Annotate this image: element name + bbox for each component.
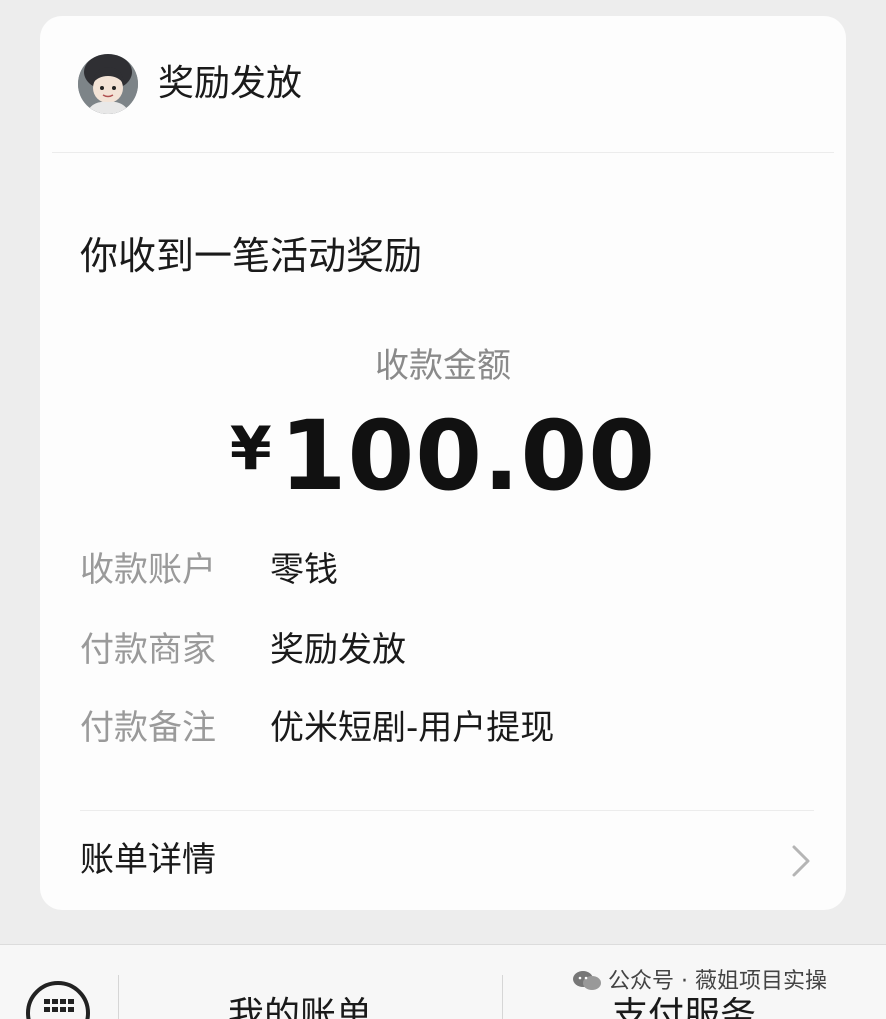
menu-my-bills[interactable]: 我的账单 (228, 991, 372, 1019)
wechat-icon (572, 970, 602, 992)
amount-display: ¥100.00 (40, 400, 846, 512)
avatar-image (78, 54, 138, 114)
sender-avatar[interactable] (78, 54, 138, 114)
sender-name: 奖励发放 (158, 63, 303, 104)
payment-notification-card: 奖励发放 你收到一笔活动奖励 收款金额 ¥100.00 收款账户 零钱 付款商家 奖… (40, 16, 846, 910)
detail-row-account: 收款账户 零钱 (80, 548, 338, 592)
detail-value: 零钱 (270, 550, 338, 590)
bottom-menu-bar: 我的账单 支付服务 公众号 · 薇姐项目实操 (0, 944, 886, 1019)
amount-label: 收款金额 (375, 346, 511, 386)
detail-label: 付款备注 (80, 708, 216, 748)
detail-label: 付款商家 (80, 630, 216, 670)
watermark: 公众号 · 薇姐项目实操 (568, 967, 831, 997)
header-divider (52, 152, 834, 153)
bill-divider (80, 810, 814, 811)
bill-details-label: 账单详情 (80, 840, 216, 880)
message-title: 你收到一笔活动奖励 (80, 234, 423, 278)
detail-value: 优米短剧-用户提现 (270, 708, 555, 748)
menu-separator (118, 975, 119, 1019)
menu-separator (502, 975, 503, 1019)
card-header: 奖励发放 (40, 16, 846, 152)
detail-label: 收款账户 (80, 550, 216, 590)
detail-row-merchant: 付款商家 奖励发放 (80, 628, 406, 672)
detail-value: 奖励发放 (270, 630, 406, 670)
keyboard-icon[interactable] (26, 981, 90, 1019)
detail-row-remark: 付款备注 优米短剧-用户提现 (80, 706, 554, 750)
currency-symbol: ¥ (229, 414, 272, 484)
bill-details-row[interactable]: 账单详情 (40, 816, 846, 906)
chevron-right-icon (788, 844, 814, 878)
amount-value: 100.00 (279, 400, 657, 512)
watermark-text: 公众号 · 薇姐项目实操 (608, 969, 827, 994)
